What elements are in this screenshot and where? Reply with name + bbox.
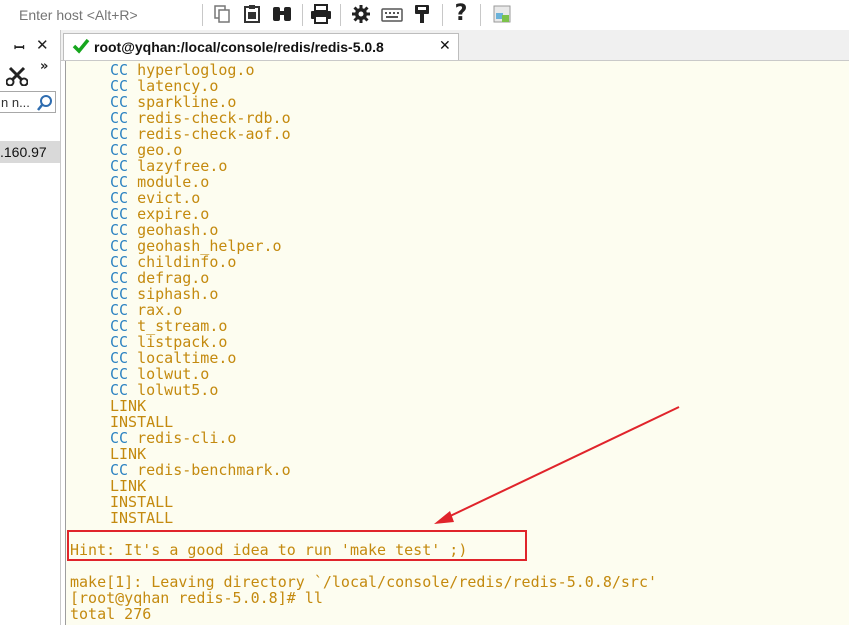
chevron-right-icon[interactable]: »	[40, 59, 48, 74]
build-target: redis-cli.o	[137, 429, 237, 447]
settings-icon[interactable]	[350, 3, 372, 25]
build-line: CC listpack.o	[70, 334, 657, 350]
toolbar-separator	[202, 4, 203, 26]
main-toolbar: ?	[0, 0, 849, 31]
sessions-pane-header: ꟷ ✕	[0, 34, 60, 56]
connected-check-icon	[72, 38, 90, 59]
build-line: LINK	[70, 478, 657, 494]
print-icon[interactable]	[310, 3, 332, 25]
build-line: CC lazyfree.o	[70, 158, 657, 174]
toolbar-separator	[302, 4, 303, 26]
toolbar-separator	[442, 4, 443, 26]
build-target: lolwut5.o	[137, 381, 219, 399]
keymap-icon[interactable]	[411, 3, 433, 25]
total-text: total 276	[70, 605, 152, 623]
paste-icon[interactable]	[241, 3, 263, 25]
tab-terminal-session[interactable]: root@yqhan:/local/console/redis/redis-5.…	[63, 33, 459, 60]
build-line: CC module.o	[70, 174, 657, 190]
toolbar-separator	[480, 4, 481, 26]
build-line: CC sparkline.o	[70, 94, 657, 110]
search-icon[interactable]	[36, 94, 54, 117]
build-line: CC childinfo.o	[70, 254, 657, 270]
build-line: CC lolwut5.o	[70, 382, 657, 398]
close-tab-icon[interactable]: ✕	[439, 38, 451, 54]
build-target: redis-benchmark.o	[137, 461, 291, 479]
tab-label: root@yqhan:/local/console/redis/redis-5.…	[94, 39, 384, 55]
build-line: CC latency.o	[70, 78, 657, 94]
build-line: CC redis-cli.o	[70, 430, 657, 446]
build-line: CC rax.o	[70, 302, 657, 318]
build-line: CC t_stream.o	[70, 318, 657, 334]
keyboard-icon[interactable]	[381, 3, 403, 25]
sessions-pane: ꟷ ✕ » n n... .160.97	[0, 30, 61, 625]
build-line: CC geo.o	[70, 142, 657, 158]
prompt-line: [root@yqhan redis-5.0.8]# ll	[70, 590, 657, 606]
toolbar-separator	[340, 4, 341, 26]
build-line: LINK	[70, 446, 657, 462]
build-line: CC redis-check-aof.o	[70, 126, 657, 142]
find-icon[interactable]	[271, 3, 293, 25]
help-icon[interactable]: ?	[450, 3, 472, 25]
build-line: LINK	[70, 398, 657, 414]
build-line: CC geohash.o	[70, 222, 657, 238]
leaving-directory-line: make[1]: Leaving directory `/local/conso…	[70, 574, 657, 590]
build-step-kind: INSTALL	[110, 509, 174, 527]
build-line: CC lolwut.o	[70, 366, 657, 382]
session-filter-input[interactable]: n n...	[0, 91, 56, 113]
tools-icon[interactable]	[5, 64, 29, 91]
session-item-label: .160.97	[0, 144, 47, 160]
build-line: CC redis-check-rdb.o	[70, 110, 657, 126]
build-line: CC hyperloglog.o	[70, 62, 657, 78]
tab-strip: root@yqhan:/local/console/redis/redis-5.…	[61, 30, 849, 61]
session-list-item[interactable]: .160.97	[0, 141, 60, 163]
build-line: CC redis-benchmark.o	[70, 462, 657, 478]
build-line: CC siphash.o	[70, 286, 657, 302]
host-input[interactable]	[0, 3, 198, 25]
build-line: CC geohash_helper.o	[70, 238, 657, 254]
hint-highlight-box	[67, 530, 527, 561]
build-line: CC expire.o	[70, 206, 657, 222]
close-icon[interactable]: ✕	[36, 36, 49, 54]
total-line: total 276	[70, 606, 657, 622]
build-line: CC evict.o	[70, 190, 657, 206]
copy-icon[interactable]	[211, 3, 233, 25]
lock-screen-icon[interactable]	[491, 3, 513, 25]
build-line: INSTALL	[70, 510, 657, 526]
build-line: CC defrag.o	[70, 270, 657, 286]
pin-icon[interactable]: ꟷ	[14, 38, 25, 56]
build-line: INSTALL	[70, 414, 657, 430]
build-line: INSTALL	[70, 494, 657, 510]
build-line: CC localtime.o	[70, 350, 657, 366]
session-filter-text: n n...	[1, 95, 30, 110]
